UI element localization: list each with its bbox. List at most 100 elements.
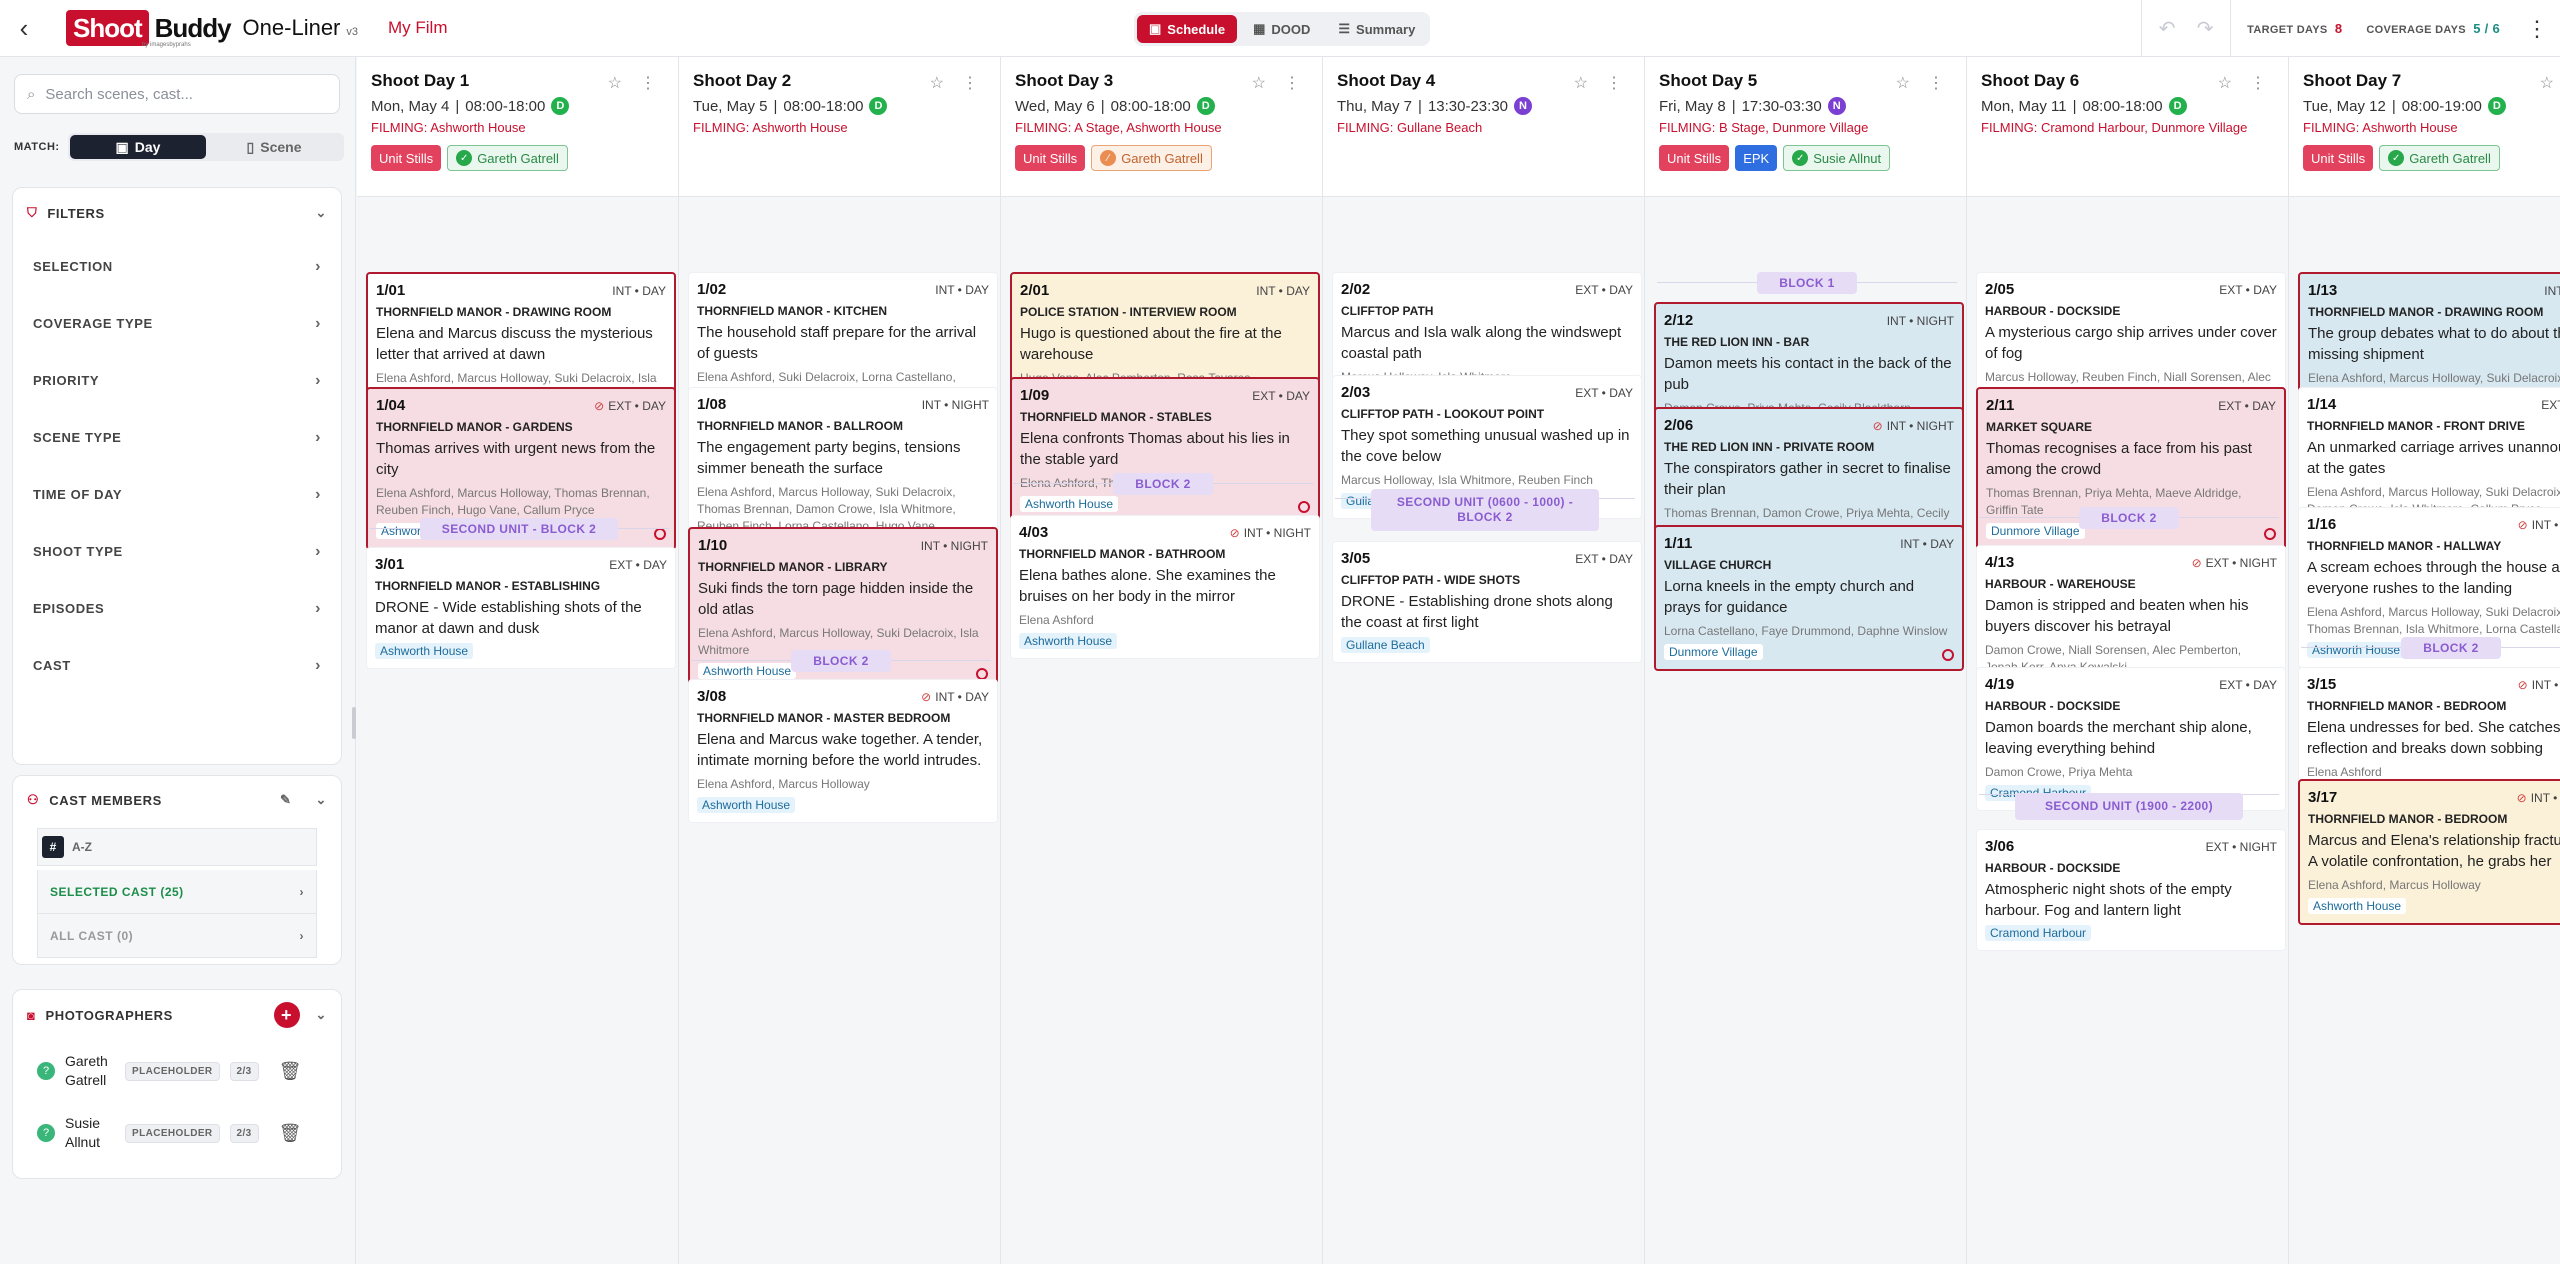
scene-number: 3/01 (375, 556, 405, 573)
scene-card[interactable]: 3/05 EXT • DAY CLIFFTOP PATH - WIDE SHOTS D… (1332, 541, 1642, 663)
filter-item[interactable]: PRIORITY › (13, 352, 341, 409)
scene-location: THORNFIELD MANOR - GARDENS (376, 420, 573, 434)
sidebar-resize-handle[interactable] (352, 707, 356, 739)
schedule-board: Shoot Day 1 ☆ ⋮ Mon, May 4 | 08:00-18:00 D FILM… (357, 57, 2560, 1264)
filter-item[interactable]: COVERAGE TYPE › (13, 295, 341, 352)
scene-card[interactable]: 1/09 EXT • DAY THORNFIELD MANOR - STABLES E… (1010, 377, 1320, 523)
chevron-down-icon[interactable]: ⌄ (316, 792, 328, 808)
match-day-option[interactable]: ▣ Day (70, 135, 206, 159)
coverage-tag[interactable]: ✓ Gareth Gatrell (447, 145, 568, 171)
search-input[interactable]: ⌕ Search scenes, cast... (14, 74, 340, 114)
match-label: MATCH: (14, 141, 60, 153)
coverage-tag[interactable]: ✓ Gareth Gatrell (2379, 145, 2500, 171)
scene-card-header: 2/11 EXT • DAY (1986, 397, 2276, 414)
no-entry-icon: ⊘ (1229, 525, 1240, 540)
filter-item[interactable]: EPISODES › (13, 580, 341, 637)
trash-icon[interactable]: 🗑 (279, 1061, 302, 1082)
more-vert-icon[interactable]: ⋮ (1928, 73, 1944, 93)
selected-cast-row[interactable]: SELECTED CAST (25) › (37, 870, 317, 914)
hash-sort-button[interactable]: # (42, 836, 64, 858)
tab-dood[interactable]: ▦ DOOD (1241, 15, 1322, 43)
photographers-header[interactable]: ◙ PHOTOGRAPHERS + ⌄ (13, 990, 341, 1040)
sidebar: ⌕ Search scenes, cast... MATCH: ▣ Day ▯ … (0, 57, 356, 1264)
scene-cast: Damon Crowe, Priya Mehta (1985, 765, 2133, 779)
filter-item[interactable]: SELECTION › (13, 238, 341, 295)
block-label[interactable]: BLOCK 1 (1757, 272, 1857, 294)
block-label[interactable]: BLOCK 2 (791, 650, 891, 672)
more-vert-icon[interactable]: ⋮ (962, 73, 978, 93)
block-label[interactable]: BLOCK 2 (2401, 637, 2501, 659)
coverage-tag[interactable]: Unit Stills (1659, 145, 1730, 171)
filter-item[interactable]: CAST › (13, 637, 341, 694)
cast-sort-row[interactable]: # A-Z (37, 828, 317, 866)
scene-card[interactable]: 3/17 ⊘INT • NIGHT THORNFIELD MANOR - BEDRO… (2298, 779, 2560, 925)
undo-icon[interactable]: ↶ (2148, 16, 2186, 41)
cast-members-header[interactable]: ⚇ CAST MEMBERS ✎ ⌄ (13, 776, 341, 824)
filter-item[interactable]: SHOOT TYPE › (13, 523, 341, 580)
star-icon[interactable]: ☆ (608, 73, 622, 93)
film-title[interactable]: My Film (388, 18, 447, 38)
block-label[interactable]: SECOND UNIT (1900 - 2200) (2015, 792, 2243, 820)
coverage-tag[interactable]: Unit Stills (371, 145, 442, 171)
coverage-tag[interactable]: ✓ Susie Allnut (1783, 145, 1891, 171)
more-menu-icon[interactable]: ⋮ (2514, 16, 2560, 42)
filters-header[interactable]: ⛉ FILTERS ⌄ (13, 188, 341, 238)
day-date-row: Mon, May 11 | 08:00-18:00 D (1981, 97, 2274, 115)
scene-card[interactable]: 1/11 INT • DAY VILLAGE CHURCH Lorna kneels … (1654, 525, 1964, 671)
app-logo: Shoot Buddy One-Liner v3 (66, 10, 358, 46)
filter-item[interactable]: TIME OF DAY › (13, 466, 341, 523)
scene-location: HARBOUR - DOCKSIDE (1985, 861, 2121, 875)
scene-card[interactable]: 4/03 ⊘ INT • NIGHT THORNFIELD MANOR - BATHR… (1010, 515, 1320, 659)
scene-card[interactable]: 3/06 EXT • NIGHT HARBOUR - DOCKSIDE Atmosph… (1976, 829, 2286, 951)
block-label[interactable]: BLOCK 2 (2079, 507, 2179, 529)
more-vert-icon[interactable]: ⋮ (2250, 73, 2266, 93)
scene-card[interactable]: 3/08 ⊘ INT • DAY THORNFIELD MANOR - MASTER … (688, 679, 998, 823)
scene-type-label: INT • NIGHT (2530, 790, 2560, 805)
chevron-down-icon[interactable]: ⌄ (316, 1007, 328, 1023)
scene-card-header: 3/17 ⊘INT • NIGHT (2308, 789, 2560, 806)
day-title[interactable]: Shoot Day 7 (2303, 71, 2560, 91)
more-vert-icon[interactable]: ⋮ (1284, 73, 1300, 93)
add-photographer-button[interactable]: + (273, 1002, 300, 1028)
coverage-tag[interactable]: Unit Stills (2303, 145, 2374, 171)
tab-schedule[interactable]: ▣ Schedule (1137, 15, 1238, 43)
trash-icon[interactable]: 🗑 (279, 1123, 302, 1144)
star-icon[interactable]: ☆ (930, 73, 944, 93)
scene-card-header: 2/05 EXT • DAY (1985, 281, 2277, 298)
filter-item-label: EPISODES (33, 601, 105, 616)
star-icon[interactable]: ☆ (1252, 73, 1266, 93)
scene-location: HARBOUR - WAREHOUSE (1985, 577, 2136, 591)
scene-card[interactable]: 3/01 EXT • DAY THORNFIELD MANOR - ESTABLIS… (366, 547, 676, 669)
day-badge: D (869, 97, 888, 115)
back-arrow-icon[interactable]: ‹ (0, 0, 48, 57)
star-icon[interactable]: ☆ (1574, 73, 1588, 93)
pencil-icon[interactable]: ✎ (280, 792, 292, 808)
scene-cast: Elena Ashford, Marcus Holloway, Thomas B… (376, 486, 650, 517)
star-icon[interactable]: ☆ (2218, 73, 2232, 93)
more-vert-icon[interactable]: ⋮ (1606, 73, 1622, 93)
coverage-tag[interactable]: Unit Stills (1015, 145, 1086, 171)
list-icon: ☰ (1338, 21, 1351, 36)
coverage-days-label: COVERAGE DAYS (2366, 24, 2466, 36)
star-icon[interactable]: ☆ (1896, 73, 1910, 93)
filter-item[interactable]: SCENE TYPE › (13, 409, 341, 466)
block-label[interactable]: SECOND UNIT - BLOCK 2 (419, 518, 619, 540)
scene-number: 4/19 (1985, 676, 2015, 693)
scene-type-label: INT • NIGHT (921, 397, 989, 412)
block-label[interactable]: SECOND UNIT (0600 - 1000) - BLOCK 2 (1371, 489, 1599, 531)
match-scene-option[interactable]: ▯ Scene (206, 135, 342, 159)
star-icon[interactable]: ☆ (2540, 73, 2554, 93)
scene-type: INT • NIGHT (1887, 314, 1954, 328)
top-bar: ‹ Shoot Buddy One-Liner v3 by imagesbypr… (0, 0, 2560, 57)
coverage-tag[interactable]: EPK (1735, 145, 1778, 171)
redo-icon[interactable]: ↷ (2186, 16, 2224, 41)
filter-item-label: SHOOT TYPE (33, 544, 123, 559)
tab-summary[interactable]: ☰ Summary (1326, 15, 1427, 43)
coverage-tag[interactable]: ⁄ Gareth Gatrell (1091, 145, 1212, 171)
scene-type: EXT • DAY (2219, 283, 2277, 297)
more-vert-icon[interactable]: ⋮ (640, 73, 656, 93)
block-label[interactable]: BLOCK 2 (1113, 473, 1213, 495)
all-cast-row[interactable]: ALL CAST (0) › (37, 914, 317, 958)
day-column: Shoot Day 4 ☆ ⋮ Thu, May 7 | 13:30-23:30 N FILM… (1323, 57, 1645, 1264)
az-sort-label[interactable]: A-Z (72, 840, 92, 854)
